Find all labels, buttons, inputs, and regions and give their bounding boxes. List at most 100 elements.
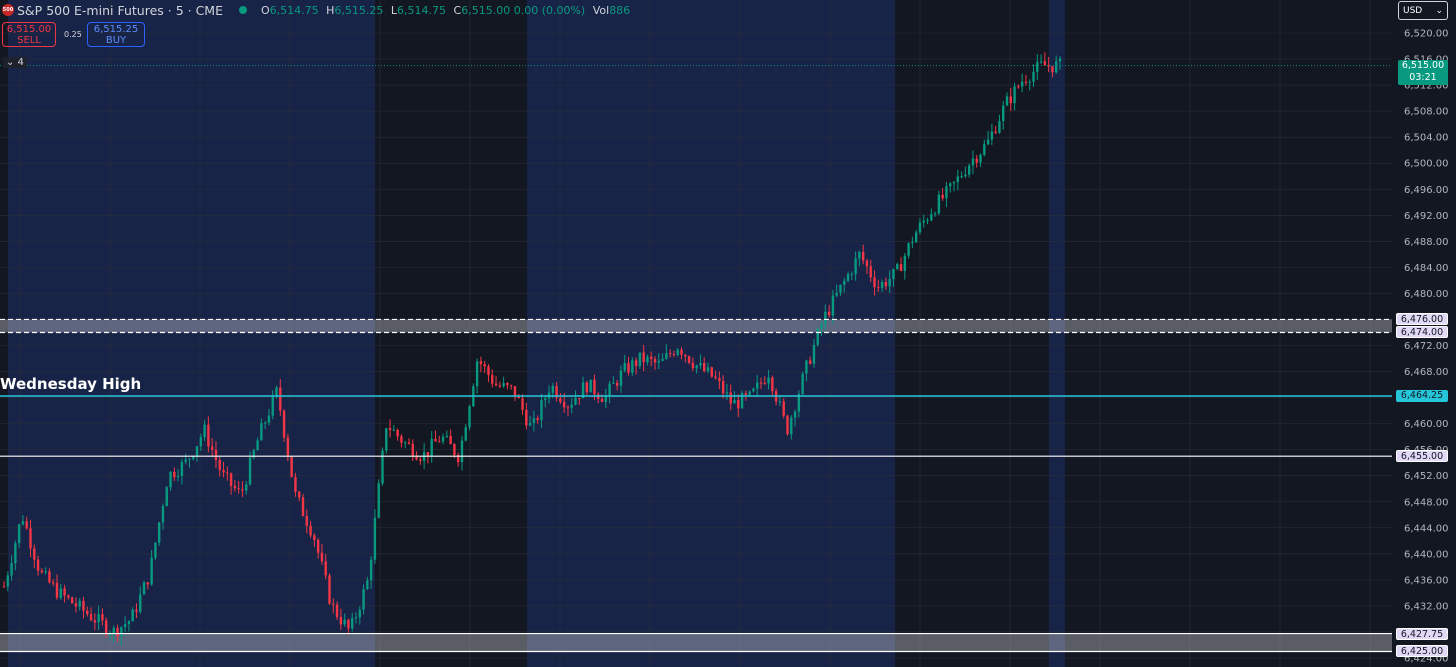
candle-body (78, 600, 81, 607)
candle-body (169, 471, 172, 488)
candle-body (17, 524, 21, 544)
candle-body (218, 460, 221, 471)
currency-select[interactable]: USD ⌄ (1398, 1, 1448, 20)
candle-body (509, 385, 513, 387)
candle-body (612, 382, 615, 384)
candle-body (10, 563, 13, 576)
candle-body (475, 361, 479, 387)
candle-body (752, 388, 755, 392)
candle-body (763, 383, 766, 385)
candle-body (14, 543, 17, 564)
candle-body (479, 361, 483, 365)
candle-body (911, 242, 914, 244)
candle-body (214, 449, 218, 461)
symbol-title[interactable]: S&P 500 E-mini Futures · 5 · CME (17, 3, 223, 18)
candle-body (1055, 61, 1058, 73)
candle-body (756, 382, 759, 389)
candle-body (843, 280, 846, 285)
candle-body (366, 580, 369, 590)
candle-body (865, 260, 869, 267)
y-tick-label: 6,480.00 (1404, 289, 1449, 300)
y-tick-label: 6,432.00 (1404, 601, 1449, 612)
candle-body (369, 559, 373, 581)
candle-body (502, 383, 505, 387)
candle-body (1032, 71, 1035, 82)
candle-body (725, 392, 729, 394)
price-chart[interactable]: 6,520.006,516.006,512.006,508.006,504.00… (0, 0, 1456, 667)
candle-body (373, 517, 377, 560)
candle-body (623, 363, 626, 371)
candle-body (816, 328, 819, 345)
candle-body (150, 557, 153, 585)
candle-body (305, 516, 308, 526)
candle-body (699, 362, 702, 366)
candle-body (714, 376, 717, 379)
candle-body (585, 382, 589, 393)
candle-body (82, 600, 85, 611)
chart-header: 500 S&P 500 E-mini Futures · 5 · CME O6,… (0, 0, 634, 20)
candle-body (494, 383, 498, 386)
candle-body (188, 458, 191, 460)
candle-body (854, 258, 857, 275)
candle-body (176, 476, 180, 478)
candle-body (161, 506, 165, 523)
candle-body (914, 232, 918, 243)
candle-body (892, 269, 895, 279)
candle-body (226, 472, 229, 474)
y-tick-label: 6,472.00 (1404, 341, 1449, 352)
level-zone (0, 633, 1392, 652)
candle-body (335, 604, 339, 618)
candle-body (279, 387, 282, 411)
candle-body (945, 186, 948, 199)
buy-button[interactable]: 6,515.25 BUY (87, 22, 145, 47)
candle-body (460, 440, 464, 463)
y-tick-label: 6,448.00 (1404, 497, 1449, 508)
candle-body (1028, 81, 1031, 83)
y-tick-label: 6,520.00 (1404, 29, 1449, 40)
candle-body (419, 459, 422, 461)
y-tick-label: 6,468.00 (1404, 367, 1449, 378)
candle-body (793, 411, 797, 418)
y-tick-label: 6,440.00 (1404, 549, 1449, 560)
candle-body (695, 365, 698, 369)
candle-body (839, 284, 842, 293)
candle-body (36, 559, 40, 571)
candle-body (869, 266, 872, 278)
candle-body (108, 634, 112, 636)
candle-body (574, 398, 577, 405)
candle-body (657, 360, 660, 363)
candle-body (411, 443, 414, 457)
candle-body (665, 353, 668, 359)
candle-body (55, 582, 59, 598)
sell-label: SELL (17, 34, 41, 46)
session-band (1049, 0, 1065, 667)
candle-body (483, 364, 486, 367)
candle-body (67, 595, 70, 598)
candle-body (498, 385, 502, 387)
buy-label: BUY (105, 34, 127, 46)
candle-body (820, 324, 823, 329)
last-price: 6,515.00 (1401, 60, 1445, 71)
candle-body (184, 459, 187, 462)
candle-body (884, 282, 888, 287)
candle-body (354, 617, 358, 619)
candle-body (93, 620, 97, 623)
candle-body (25, 521, 28, 529)
candle-body (154, 542, 157, 558)
candle-body (438, 441, 441, 443)
bar-countdown: 03:21 (1409, 72, 1437, 83)
sell-button[interactable]: 6,515.00 SELL (2, 22, 56, 47)
candle-body (650, 356, 653, 359)
sell-price: 6,515.00 (6, 23, 52, 35)
candle-body (1039, 61, 1043, 63)
candle-body (899, 264, 903, 271)
candle-body (407, 442, 411, 444)
candle-body (97, 614, 100, 623)
candle-body (377, 483, 380, 518)
candle-body (70, 597, 74, 604)
candle-body (328, 575, 331, 604)
candle-body (324, 561, 327, 576)
candle-body (415, 456, 418, 460)
candle-body (1024, 81, 1028, 83)
indicators-toggle[interactable]: ⌄ 4 (3, 57, 27, 68)
